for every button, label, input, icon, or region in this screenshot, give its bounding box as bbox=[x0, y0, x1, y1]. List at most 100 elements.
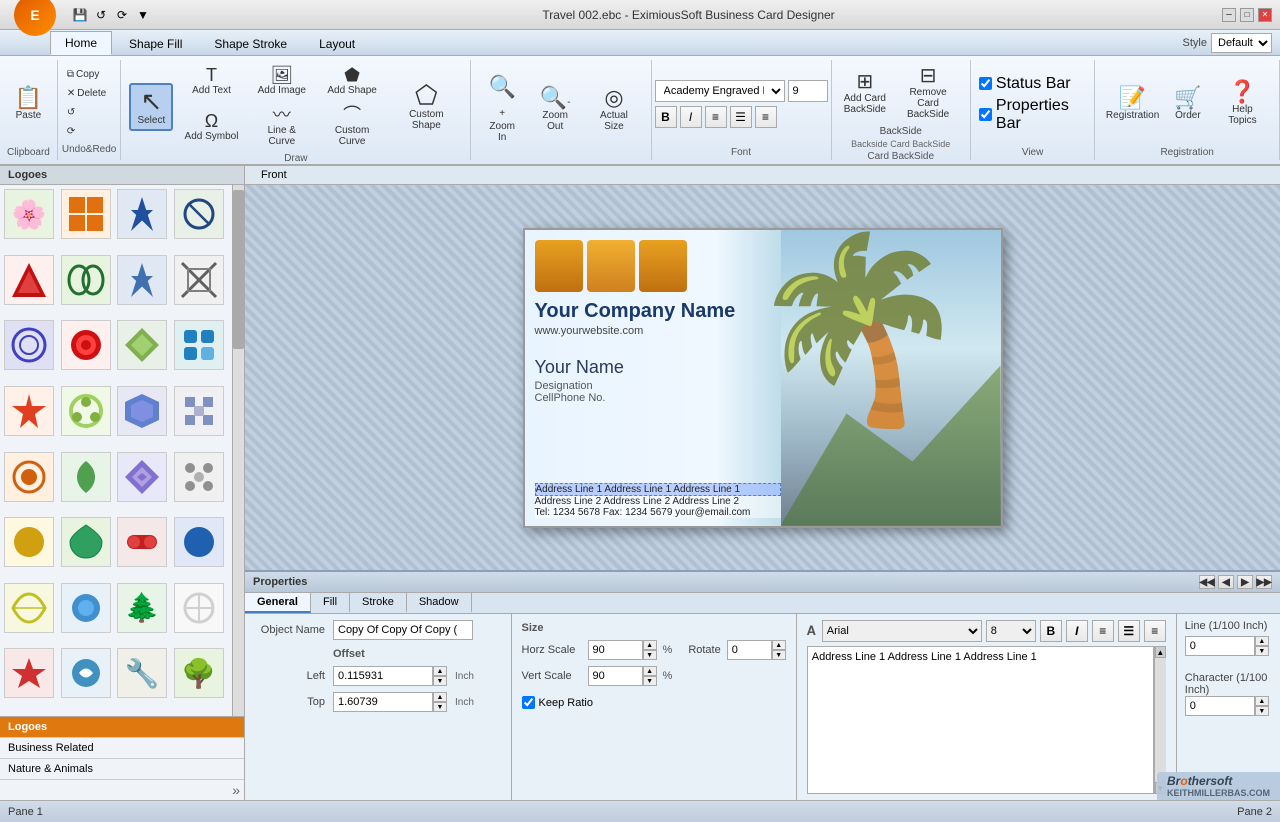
char-spacing-input[interactable] bbox=[1185, 696, 1255, 716]
horz-up-btn[interactable]: ▲ bbox=[643, 640, 657, 650]
top-down-btn[interactable]: ▼ bbox=[433, 702, 447, 712]
char-down-btn[interactable]: ▼ bbox=[1255, 706, 1269, 716]
redo-button[interactable]: ⟳ bbox=[62, 123, 116, 140]
object-name-input[interactable] bbox=[333, 620, 473, 640]
remove-card-backside-button[interactable]: ⊟ Remove CardBackSide bbox=[894, 62, 962, 124]
list-item[interactable] bbox=[61, 583, 111, 633]
align-center-button[interactable]: ☰ bbox=[730, 106, 752, 128]
minimize-button[interactable]: ─ bbox=[1222, 8, 1236, 22]
card-address-line2[interactable]: Address Line 2 Address Line 2 Address Li… bbox=[535, 496, 781, 507]
font-name-dropdown[interactable]: Academy Engraved Le bbox=[655, 80, 785, 102]
select-button[interactable]: ↖ Select bbox=[129, 83, 173, 131]
prop-align-center-btn[interactable]: ☰ bbox=[1118, 620, 1140, 642]
save-qa-btn[interactable]: 💾 bbox=[71, 6, 89, 24]
list-item[interactable] bbox=[4, 452, 54, 502]
vert-down-btn[interactable]: ▼ bbox=[643, 676, 657, 686]
prop-nav-next[interactable]: ▶ bbox=[1237, 575, 1253, 589]
category-logoes[interactable]: Logoes bbox=[0, 717, 244, 738]
list-item[interactable] bbox=[117, 517, 167, 567]
undo-button[interactable]: ↺ bbox=[62, 104, 116, 121]
list-item[interactable] bbox=[61, 648, 111, 698]
rotate-down-btn[interactable]: ▼ bbox=[772, 650, 786, 660]
list-item[interactable] bbox=[61, 517, 111, 567]
close-button[interactable]: ✕ bbox=[1258, 8, 1272, 22]
card-company-name[interactable]: Your Company Name bbox=[535, 300, 781, 323]
properties-bar-checkbox[interactable] bbox=[979, 108, 992, 121]
list-item[interactable] bbox=[174, 320, 224, 370]
horz-scale-input[interactable] bbox=[588, 640, 643, 660]
list-item[interactable] bbox=[4, 583, 54, 633]
prop-tab-stroke[interactable]: Stroke bbox=[350, 593, 407, 613]
category-nature[interactable]: Nature & Animals bbox=[0, 759, 244, 780]
font-italic-button[interactable]: I bbox=[680, 106, 702, 128]
list-item[interactable] bbox=[174, 189, 224, 239]
prop-nav-prev[interactable]: ◀ bbox=[1218, 575, 1234, 589]
prop-font-dropdown[interactable]: Arial bbox=[822, 620, 982, 642]
align-left-button[interactable]: ≡ bbox=[705, 106, 727, 128]
rotate-input[interactable] bbox=[727, 640, 772, 660]
status-bar-check[interactable]: Status Bar bbox=[979, 75, 1071, 93]
list-item[interactable]: 🌲 bbox=[117, 583, 167, 633]
add-text-button[interactable]: T Add Text bbox=[177, 62, 245, 100]
list-item[interactable] bbox=[61, 320, 111, 370]
zoom-in-button[interactable]: 🔍+ Zoom In bbox=[479, 72, 525, 147]
horz-down-btn[interactable]: ▼ bbox=[643, 650, 657, 660]
prop-text-area[interactable] bbox=[807, 646, 1154, 794]
tab-layout[interactable]: Layout bbox=[304, 32, 370, 55]
order-button[interactable]: 🛒 Order bbox=[1168, 83, 1208, 125]
list-item[interactable] bbox=[174, 255, 224, 305]
line-curve-button[interactable]: 〰 Line & Curve bbox=[248, 102, 316, 151]
offset-top-input[interactable] bbox=[333, 692, 433, 712]
prop-nav-first[interactable]: ◀◀ bbox=[1199, 575, 1215, 589]
card-website[interactable]: www.yourwebsite.com bbox=[535, 325, 781, 337]
font-size-input[interactable] bbox=[788, 80, 828, 102]
list-item[interactable] bbox=[61, 189, 111, 239]
prop-tab-general[interactable]: General bbox=[245, 593, 311, 613]
add-image-button[interactable]: 🖼 Add Image bbox=[248, 62, 316, 100]
left-up-btn[interactable]: ▲ bbox=[433, 666, 447, 676]
maximize-button[interactable]: □ bbox=[1240, 8, 1254, 22]
char-up-btn[interactable]: ▲ bbox=[1255, 696, 1269, 706]
line-up-btn[interactable]: ▲ bbox=[1255, 636, 1269, 646]
font-bold-button[interactable]: B bbox=[655, 106, 677, 128]
card-address-line1[interactable]: Address Line 1 Address Line 1 Address Li… bbox=[535, 483, 781, 496]
list-item[interactable] bbox=[4, 517, 54, 567]
business-card[interactable]: 🌴 Your Company Name www.yourwebsite.com … bbox=[523, 228, 1003, 528]
add-shape-button[interactable]: ⬟ Add Shape bbox=[318, 62, 386, 100]
top-up-btn[interactable]: ▲ bbox=[433, 692, 447, 702]
card-designation[interactable]: Designation bbox=[535, 380, 781, 392]
list-item[interactable] bbox=[117, 189, 167, 239]
registration-button[interactable]: 📝 Registration bbox=[1103, 83, 1162, 125]
properties-bar-check[interactable]: Properties Bar bbox=[979, 97, 1086, 133]
tab-shape-fill[interactable]: Shape Fill bbox=[114, 32, 197, 55]
zoom-out-button[interactable]: 🔍- Zoom Out bbox=[529, 83, 581, 136]
list-item[interactable] bbox=[117, 320, 167, 370]
prop-font-size-dropdown[interactable]: 8 bbox=[986, 620, 1036, 642]
copy-button[interactable]: ⧉ Copy bbox=[62, 66, 116, 83]
list-item[interactable] bbox=[61, 452, 111, 502]
delete-button[interactable]: ✕ Delete bbox=[62, 85, 116, 102]
paste-button[interactable]: 📋 Paste bbox=[6, 84, 51, 124]
list-item[interactable] bbox=[117, 255, 167, 305]
list-item[interactable] bbox=[174, 452, 224, 502]
list-item[interactable] bbox=[174, 583, 224, 633]
align-right-button[interactable]: ≡ bbox=[755, 106, 777, 128]
dropdown-qa-btn[interactable]: ▼ bbox=[134, 6, 152, 24]
list-item[interactable] bbox=[61, 386, 111, 436]
rotate-up-btn[interactable]: ▲ bbox=[772, 640, 786, 650]
list-item[interactable] bbox=[4, 255, 54, 305]
style-dropdown[interactable]: Default bbox=[1211, 33, 1272, 53]
list-item[interactable] bbox=[117, 452, 167, 502]
keep-ratio-check[interactable]: Keep Ratio bbox=[522, 696, 786, 709]
vert-up-btn[interactable]: ▲ bbox=[643, 666, 657, 676]
card-contact[interactable]: Tel: 1234 5678 Fax: 1234 5679 your@email… bbox=[535, 507, 781, 518]
offset-left-input[interactable] bbox=[333, 666, 433, 686]
tab-home[interactable]: Home bbox=[50, 31, 112, 55]
tab-shape-stroke[interactable]: Shape Stroke bbox=[199, 32, 302, 55]
list-item[interactable]: 🔧 bbox=[117, 648, 167, 698]
custom-curve-button[interactable]: ⌒ Custom Curve bbox=[318, 102, 386, 151]
prop-tab-shadow[interactable]: Shadow bbox=[407, 593, 472, 613]
line-down-btn[interactable]: ▼ bbox=[1255, 646, 1269, 656]
list-item[interactable] bbox=[4, 386, 54, 436]
prop-tab-fill[interactable]: Fill bbox=[311, 593, 350, 613]
